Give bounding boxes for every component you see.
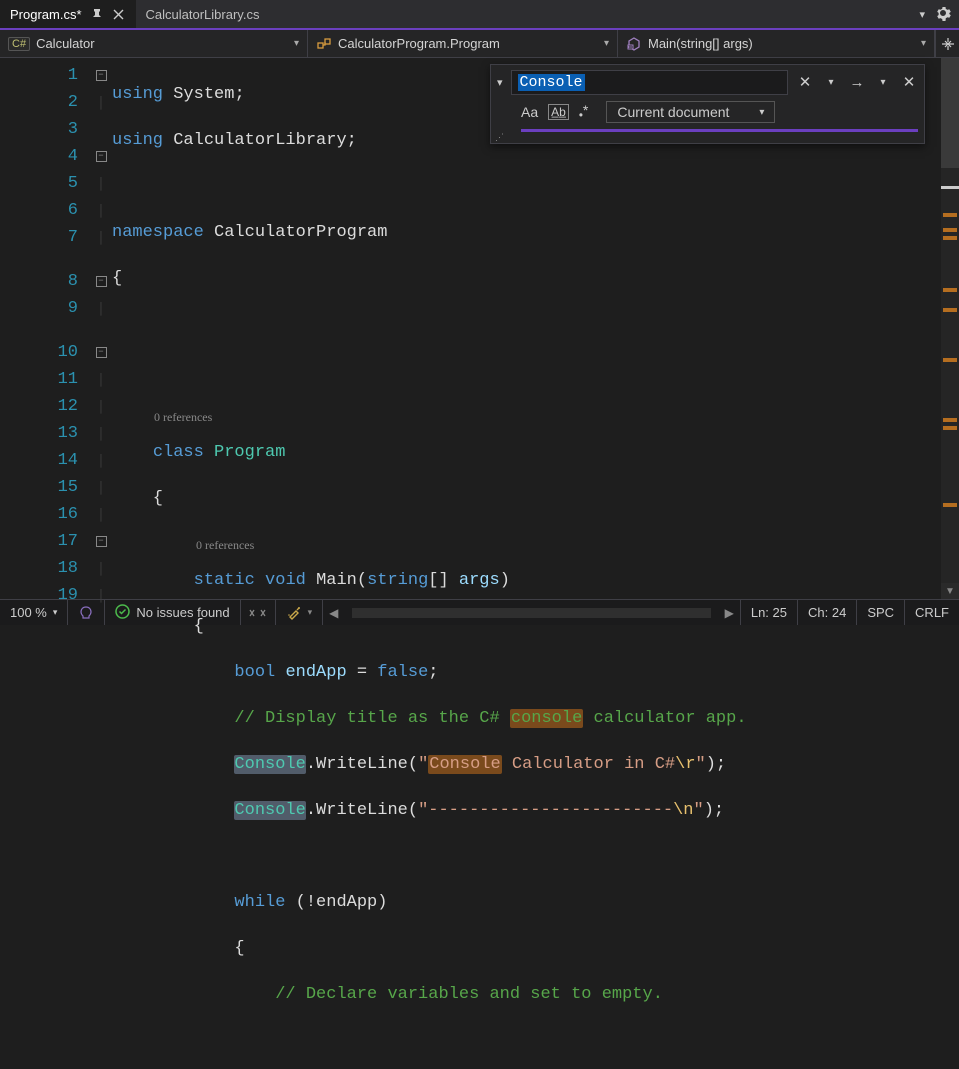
find-scope-dropdown[interactable]: Current document ▾ bbox=[606, 101, 775, 123]
line-number: 16 bbox=[0, 501, 78, 528]
tab-bar-right: ▾ bbox=[919, 5, 959, 24]
whole-word-toggle[interactable]: A̲b̲ bbox=[548, 104, 569, 120]
line-number: 18 bbox=[0, 555, 78, 582]
breadcrumb-bar: C# Calculator ▾ CalculatorProgram.Progra… bbox=[0, 30, 959, 58]
breadcrumb-label: Main(string[] args) bbox=[648, 36, 753, 51]
method-icon bbox=[626, 36, 642, 52]
close-icon[interactable] bbox=[112, 7, 126, 21]
breadcrumb-project[interactable]: C# Calculator ▾ bbox=[0, 30, 308, 57]
fold-toggle[interactable]: − bbox=[96, 151, 107, 162]
regex-toggle[interactable]: •* bbox=[579, 102, 589, 122]
codelens[interactable]: 0 references bbox=[154, 404, 212, 431]
line-number: 12 bbox=[0, 393, 78, 420]
scrollbar-thumb[interactable] bbox=[352, 608, 710, 618]
dropdown-icon[interactable]: ▾ bbox=[822, 73, 840, 91]
tab-calculatorlibrary-cs[interactable]: CalculatorLibrary.cs bbox=[136, 0, 270, 28]
close-find-icon[interactable]: ✕ bbox=[900, 73, 918, 91]
line-number: 7 bbox=[0, 224, 78, 251]
fold-toggle[interactable]: − bbox=[96, 347, 107, 358]
dropdown-icon[interactable]: ▾ bbox=[874, 73, 892, 91]
editor[interactable]: 1 2 3 4 5 6 7 8 9 10 11 12 13 14 15 16 1… bbox=[0, 58, 959, 599]
breadcrumb-class[interactable]: CalculatorProgram.Program ▾ bbox=[308, 30, 618, 57]
line-number: 15 bbox=[0, 474, 78, 501]
line-number: 5 bbox=[0, 170, 78, 197]
chevron-down-icon: ▾ bbox=[759, 107, 764, 118]
scroll-down-icon[interactable]: ▼ bbox=[941, 583, 959, 599]
find-scope-label: Current document bbox=[617, 104, 729, 120]
line-number: 4 bbox=[0, 143, 78, 170]
line-number: 19 bbox=[0, 582, 78, 609]
tab-label: CalculatorLibrary.cs bbox=[146, 7, 260, 22]
tab-label: Program.cs* bbox=[10, 7, 82, 22]
pin-icon[interactable] bbox=[90, 7, 104, 21]
breadcrumb-label: CalculatorProgram.Program bbox=[338, 36, 500, 51]
breadcrumb-method[interactable]: Main(string[] args) ▾ bbox=[618, 30, 935, 57]
chevron-down-icon[interactable]: ▾ bbox=[919, 8, 925, 21]
find-next-icon[interactable]: → bbox=[848, 73, 866, 91]
find-widget: ▾ Console ✕ ▾ → ▾ ✕ Aa A̲b̲ •* Current d… bbox=[490, 64, 925, 144]
find-input[interactable]: Console bbox=[511, 70, 788, 95]
line-number-gutter: 1 2 3 4 5 6 7 8 9 10 11 12 13 14 15 16 1… bbox=[0, 58, 90, 599]
close-icon[interactable]: ✕ bbox=[796, 73, 814, 91]
line-number: 13 bbox=[0, 420, 78, 447]
overview-ruler[interactable]: ▲ ▼ bbox=[941, 58, 959, 599]
match-case-toggle[interactable]: Aa bbox=[521, 104, 538, 120]
fold-gutter: − │ − │ │ │ − │ − │ │ │ │ │ │ − │ │ bbox=[90, 58, 112, 599]
fold-toggle[interactable]: − bbox=[96, 536, 107, 547]
line-number: 1 bbox=[0, 62, 78, 89]
fold-toggle[interactable]: − bbox=[96, 70, 107, 81]
line-number: 17 bbox=[0, 528, 78, 555]
chevron-down-icon[interactable]: ▾ bbox=[921, 38, 926, 49]
fold-toggle[interactable]: − bbox=[96, 276, 107, 287]
class-icon bbox=[316, 36, 332, 52]
expand-replace-toggle[interactable]: ▾ bbox=[497, 76, 503, 89]
line-number: 6 bbox=[0, 197, 78, 224]
split-editor-button[interactable] bbox=[935, 30, 959, 57]
find-input-value: Console bbox=[518, 74, 585, 91]
line-number: 8 bbox=[0, 268, 78, 295]
csharp-icon: C# bbox=[8, 37, 30, 51]
tab-bar: Program.cs* CalculatorLibrary.cs ▾ bbox=[0, 0, 959, 30]
tab-program-cs[interactable]: Program.cs* bbox=[0, 0, 136, 28]
gear-icon[interactable] bbox=[935, 5, 951, 24]
chevron-down-icon[interactable]: ▾ bbox=[604, 38, 609, 49]
line-number: 9 bbox=[0, 295, 78, 322]
resize-handle-icon[interactable]: ⋰ bbox=[491, 132, 924, 143]
breadcrumb-label: Calculator bbox=[36, 36, 95, 51]
line-number: 3 bbox=[0, 116, 78, 143]
chevron-down-icon[interactable]: ▾ bbox=[294, 38, 299, 49]
line-number: 11 bbox=[0, 366, 78, 393]
line-number: 14 bbox=[0, 447, 78, 474]
codelens[interactable]: 0 references bbox=[196, 532, 254, 559]
line-number: 10 bbox=[0, 339, 78, 366]
line-number: 2 bbox=[0, 89, 78, 116]
